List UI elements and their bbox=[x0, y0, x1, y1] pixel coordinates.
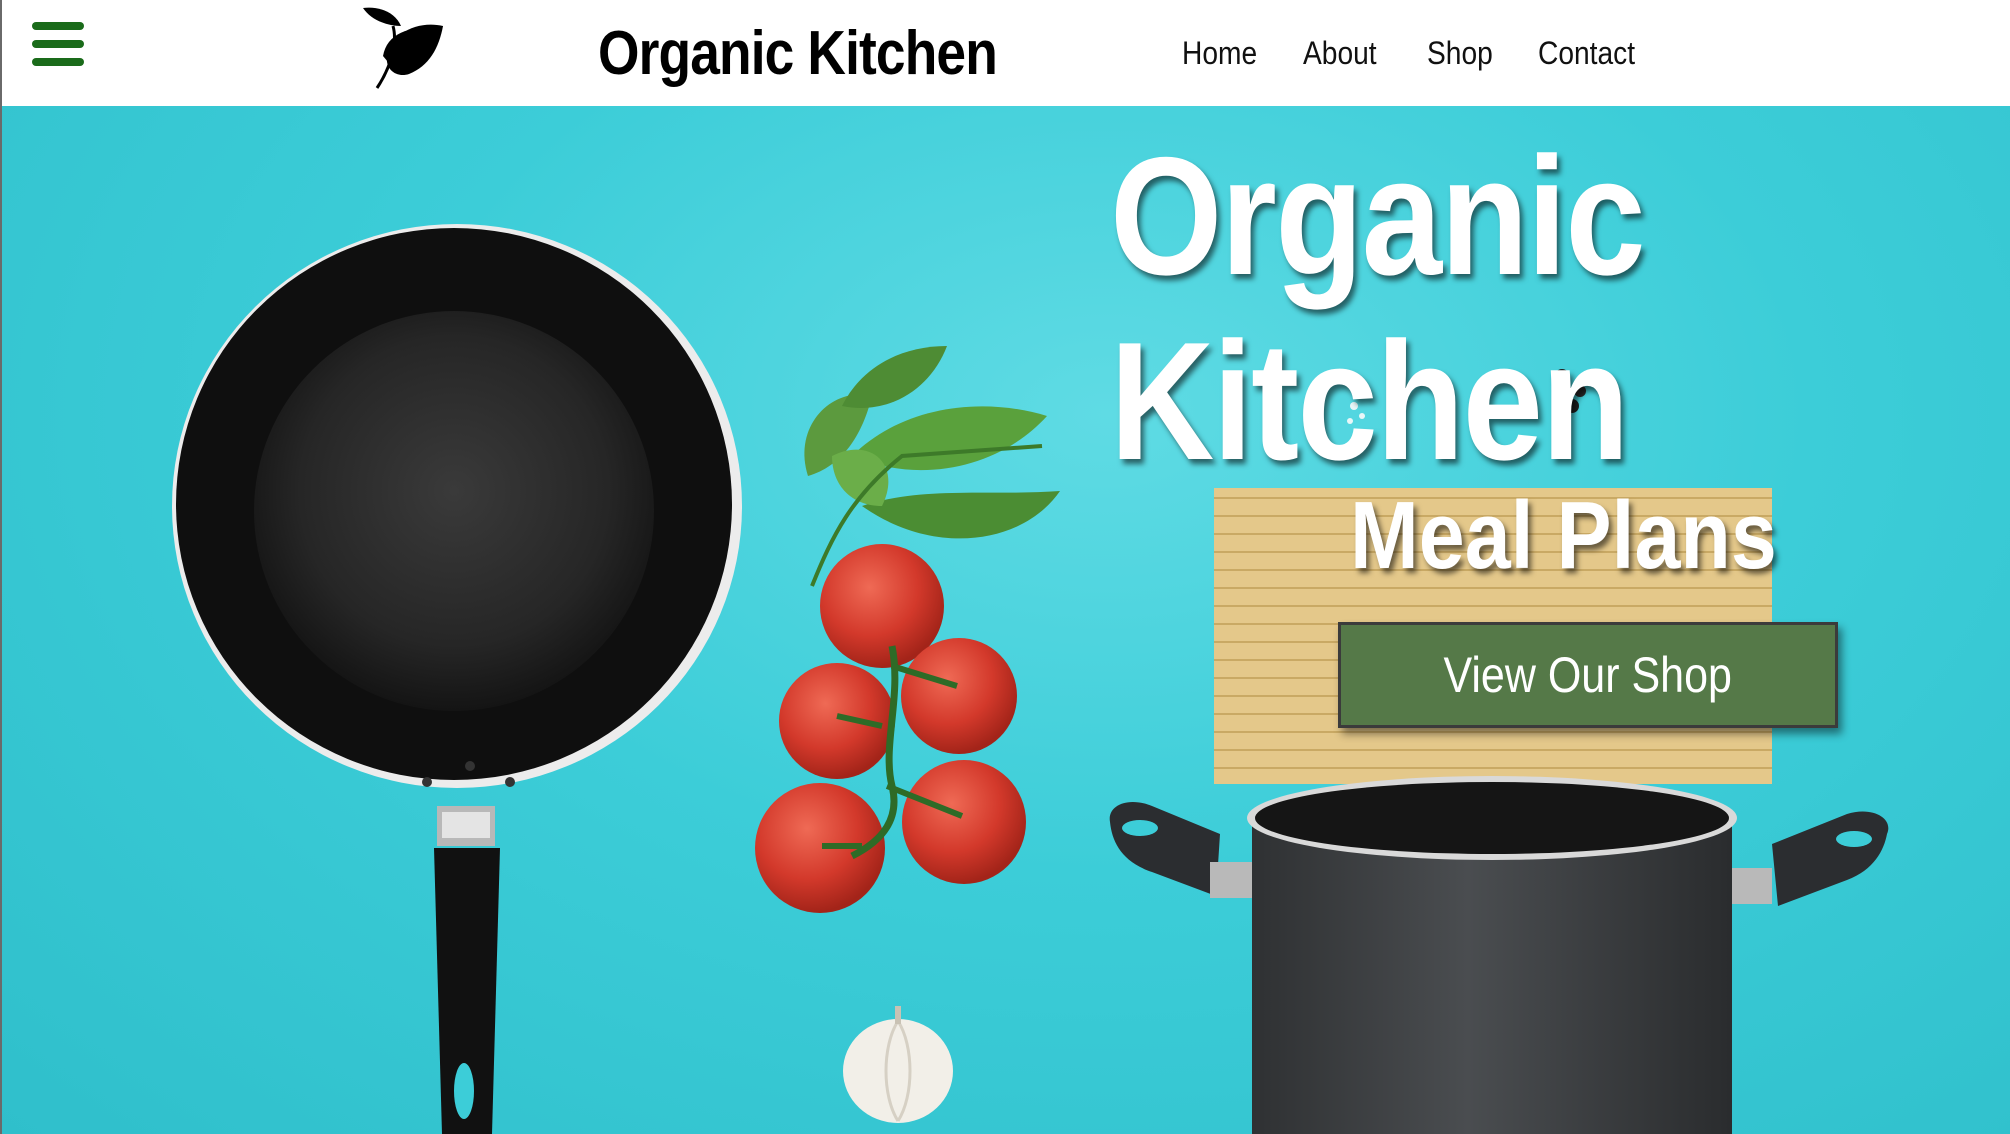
hero-background-image bbox=[172, 224, 1889, 1134]
hero-subtitle: Meal Plans bbox=[1350, 482, 1777, 589]
pot-image bbox=[1109, 776, 1889, 1134]
nav-shop-link[interactable]: Shop bbox=[1427, 30, 1493, 76]
frying-pan-image bbox=[172, 224, 742, 1134]
view-our-shop-button[interactable]: View Our Shop bbox=[1338, 622, 1838, 728]
nav-contact-link[interactable]: Contact bbox=[1538, 30, 1635, 76]
basil-leaves-image bbox=[804, 346, 1060, 587]
leaf-logo-icon[interactable] bbox=[357, 4, 447, 90]
hero-title-line-2: Kitchen bbox=[1110, 307, 1629, 495]
view-our-shop-button-label: View Our Shop bbox=[1443, 647, 1733, 703]
hamburger-menu-icon[interactable] bbox=[32, 22, 84, 66]
tomatoes-image bbox=[755, 544, 1026, 913]
garlic-image bbox=[843, 1006, 953, 1123]
site-header: Organic Kitchen Home About Shop Contact bbox=[0, 0, 2010, 106]
nav-about-link[interactable]: About bbox=[1303, 30, 1377, 76]
site-title[interactable]: Organic Kitchen bbox=[598, 14, 998, 94]
hero-section: Organic Kitchen Meal Plans View Our Shop bbox=[0, 106, 2010, 1134]
nav-home-link[interactable]: Home bbox=[1182, 30, 1257, 76]
hero-title-line-1: Organic bbox=[1110, 122, 1646, 310]
